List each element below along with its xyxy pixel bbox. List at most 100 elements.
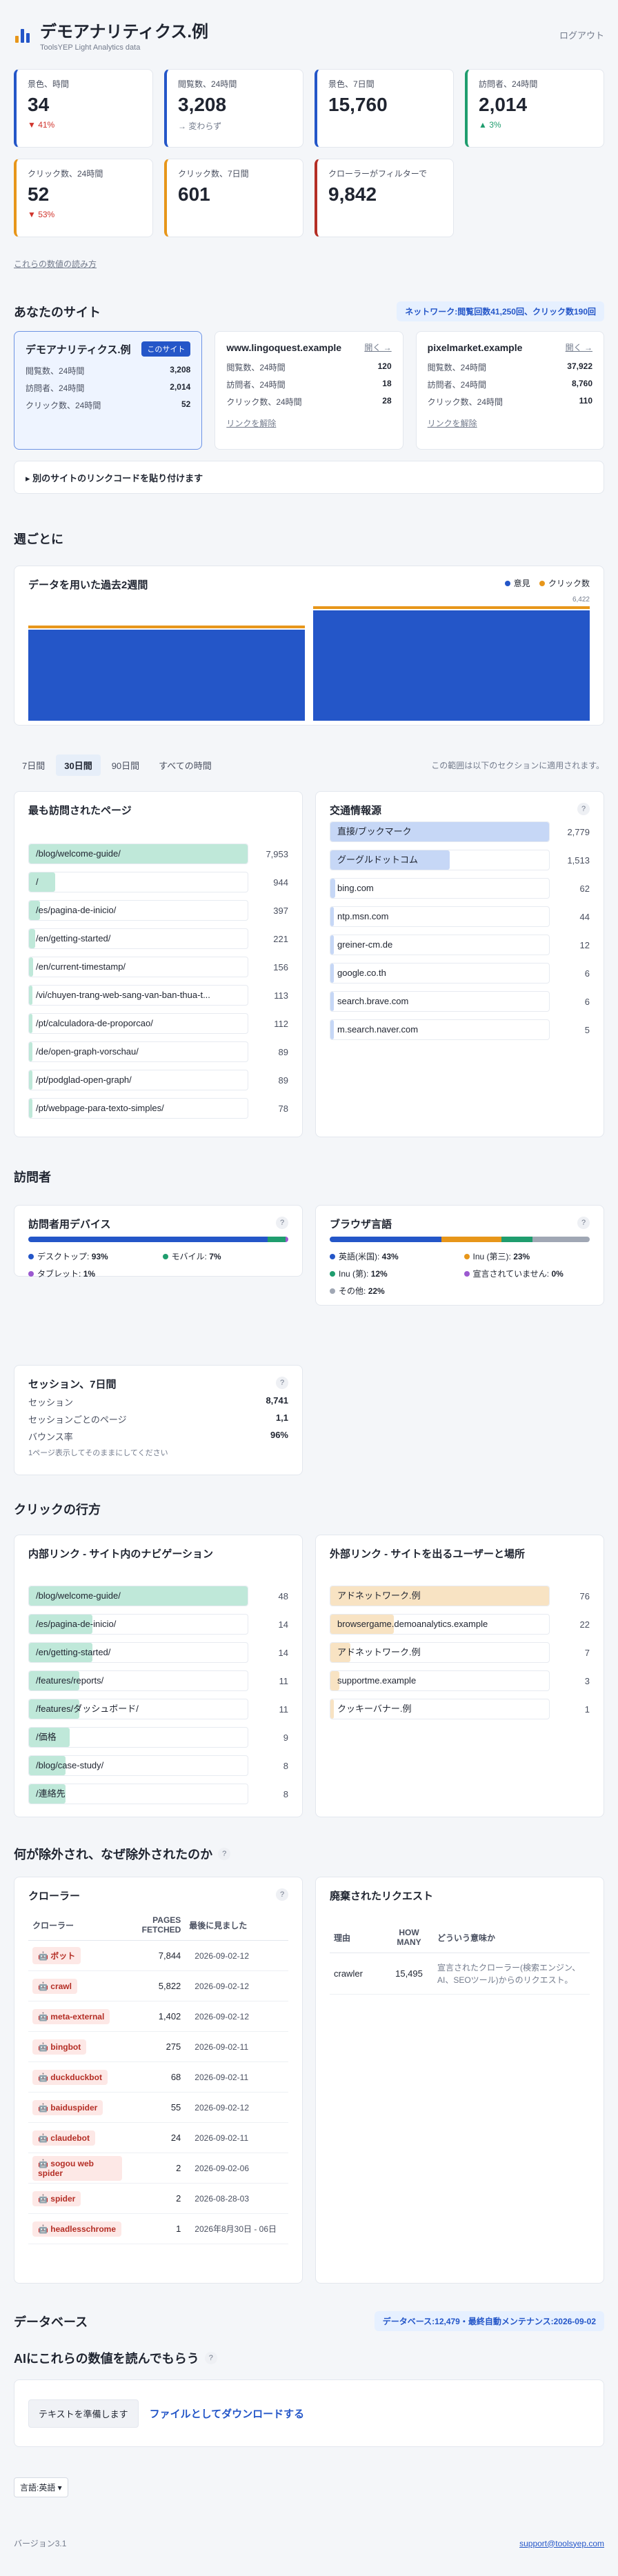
bar-row[interactable]: /en/getting-started/221: [28, 928, 288, 949]
bar-row[interactable]: /es/pagina-de-inicio/14: [28, 1614, 288, 1635]
database-heading: データベース: [14, 2315, 88, 2329]
bar-row[interactable]: /blog/case-study/8: [28, 1755, 288, 1776]
site-card[interactable]: www.lingoquest.example 開く → 閲覧数、24時間 120 訪問者…: [215, 331, 403, 450]
bar-row[interactable]: /de/open-graph-vorschau/89: [28, 1041, 288, 1062]
help-icon[interactable]: ?: [276, 1217, 288, 1229]
bar-label: /features/reports/: [36, 1675, 104, 1686]
language-select[interactable]: 言語:英語 ▾: [14, 2477, 68, 2497]
languages-stacked-bar: [330, 1237, 590, 1242]
bar-row[interactable]: search.brave.com 6: [330, 991, 590, 1012]
bar-row[interactable]: google.co.th 6: [330, 963, 590, 984]
bar-track: ntp.msn.com: [330, 906, 550, 927]
session-stat-row: セッションごとのページ 1,1: [28, 1412, 288, 1426]
weekly-max-label: 6,422: [572, 596, 590, 603]
site-name: www.lingoquest.example: [226, 341, 342, 353]
sessions-title: セッション、7日間: [28, 1379, 117, 1390]
bar-row[interactable]: /pt/calculadora-de-proporcao/112: [28, 1013, 288, 1034]
legend-views-label: 意見: [513, 579, 530, 588]
open-site-link[interactable]: 開く →: [566, 341, 592, 353]
logout-link[interactable]: ログアウト: [559, 28, 604, 41]
download-file-link[interactable]: ファイルとしてダウンロードする: [150, 2406, 305, 2421]
support-email-link[interactable]: support@toolsyep.com: [519, 2539, 604, 2548]
open-site-link[interactable]: 開く →: [364, 341, 391, 353]
bar-label: /pt/podglad-open-graph/: [36, 1075, 132, 1085]
site-card[interactable]: デモアナリティクス.例 このサイト 閲覧数、24時間 3,208 訪問者、24時間 2,0…: [14, 331, 203, 450]
paste-link-toggle[interactable]: ▸ 別のサイトのリンクコードを貼り付けます: [14, 461, 604, 494]
legend-item: 宣言されていません: 0%: [464, 1268, 590, 1279]
help-icon[interactable]: ?: [218, 1848, 231, 1860]
help-icon[interactable]: ?: [204, 2352, 217, 2364]
bar-track: /features/ダッシュボード/: [28, 1699, 248, 1719]
count-cell: 15,495: [385, 1953, 433, 1995]
bar-row[interactable]: グーグルドットコム 1,513: [330, 850, 590, 870]
range-tab[interactable]: 30日間: [56, 755, 101, 776]
bar-row[interactable]: ntp.msn.com 44: [330, 906, 590, 927]
unlink-site-link[interactable]: リンクを解除: [226, 417, 276, 429]
col-crawler: クローラー: [28, 1910, 134, 1941]
bar-row[interactable]: /en/current-timestamp/156: [28, 957, 288, 977]
site-stat-value: 37,922: [567, 361, 592, 371]
bar-row[interactable]: 直接/ブックマーク 2,779: [330, 821, 590, 842]
help-icon[interactable]: ?: [276, 1377, 288, 1389]
bar-row[interactable]: アドネットワーク.例 76: [330, 1586, 590, 1606]
bar-row[interactable]: /vi/chuyen-trang-web-sang-van-ban-thua-t…: [28, 985, 288, 1006]
bar-row[interactable]: browsergame.demoanalytics.example 22: [330, 1614, 590, 1635]
bar-value: 11: [279, 1675, 289, 1686]
pages-fetched-cell: 275: [134, 2031, 186, 2062]
bar-row[interactable]: / 944: [28, 872, 288, 892]
sites-header: あなたのサイト ネットワーク:閲覧回数41,250回、クリック数190回: [14, 301, 604, 321]
pages-fetched-cell: 5,822: [134, 1970, 186, 2001]
weekly-heading: 週ごとに: [14, 532, 63, 546]
col-pages-fetched-1: PAGES: [152, 1915, 181, 1925]
app-header: デモアナリティクス.例 ToolsYEP Light Analytics dat…: [14, 0, 604, 69]
bar-row[interactable]: bing.com 62: [330, 878, 590, 899]
site-card-header: デモアナリティクス.例 このサイト: [26, 341, 191, 357]
session-stat-row: セッション 8,741: [28, 1395, 288, 1408]
prepare-text-button[interactable]: テキストを準備します: [28, 2399, 139, 2428]
bar-track: 直接/ブックマーク: [330, 821, 550, 842]
bar-track: アドネットワーク.例: [330, 1586, 550, 1606]
bar-row[interactable]: /blog/welcome-guide/7,953: [28, 843, 288, 864]
discarded-title: 廃棄されたリクエスト: [330, 1890, 434, 1902]
col-meaning: どういう意味か: [433, 1922, 590, 1953]
bar-row[interactable]: /pt/podglad-open-graph/89: [28, 1070, 288, 1090]
range-tab[interactable]: 90日間: [103, 755, 148, 776]
site-stat-row: 訪問者、24時間 2,014: [26, 382, 190, 394]
site-card[interactable]: pixelmarket.example 開く → 閲覧数、24時間 37,922 訪問者…: [415, 331, 604, 450]
range-tab[interactable]: すべての時間: [150, 755, 220, 776]
range-bar: 7日間 30日間 90日間 すべての時間 この範囲は以下のセクションに適用されます。: [14, 755, 604, 776]
site-stat-row: クリック数、24時間 52: [26, 399, 190, 411]
bar-row[interactable]: /連絡先 8: [28, 1784, 288, 1804]
bar-row[interactable]: /en/getting-started/14: [28, 1642, 288, 1663]
range-tab[interactable]: 7日間: [14, 755, 53, 776]
bar-row[interactable]: /features/ダッシュボード/11: [28, 1699, 288, 1719]
bar-track: /blog/welcome-guide/: [28, 1586, 248, 1606]
bar-row[interactable]: greiner-cm.de 12: [330, 935, 590, 955]
logo-chart-icon: [14, 25, 33, 44]
bar-value: 8: [283, 1760, 288, 1771]
meaning-cell: 宣言されたクローラー(検索エンジン、AI、SEOツール)からのリクエスト。: [433, 1953, 590, 1995]
bar-row[interactable]: /価格 9: [28, 1727, 288, 1748]
bar-row[interactable]: アドネットワーク.例 7: [330, 1642, 590, 1663]
bar-row[interactable]: /features/reports/11: [28, 1670, 288, 1691]
bar-value: 3: [584, 1675, 590, 1686]
bar-track: /pt/webpage-para-texto-simples/: [28, 1098, 248, 1119]
internal-links-card: 内部リンク - サイト内のナビゲーション /blog/welcome-guide…: [14, 1535, 303, 1817]
bar-track: /en/getting-started/: [28, 928, 248, 949]
bar-value: 62: [579, 883, 590, 894]
site-card-header: pixelmarket.example 開く →: [428, 341, 592, 353]
site-stat-label: 閲覧数、24時間: [226, 363, 286, 372]
help-icon[interactable]: ?: [577, 1217, 590, 1229]
help-icon[interactable]: ?: [276, 1888, 288, 1901]
bar-row[interactable]: /es/pagina-de-inicio/397: [28, 900, 288, 921]
bar-row[interactable]: /blog/welcome-guide/48: [28, 1586, 288, 1606]
legend-label: デスクトップ: [37, 1252, 88, 1261]
bar-row[interactable]: m.search.naver.com 5: [330, 1019, 590, 1040]
languages-legend: 英語(米国): 43% Inu (第三): 23% Inu (第): 12% 宣言され…: [330, 1250, 590, 1297]
bar-row[interactable]: /pt/webpage-para-texto-simples/78: [28, 1098, 288, 1119]
help-icon[interactable]: ?: [577, 803, 590, 815]
bar-row[interactable]: supportme.example 3: [330, 1670, 590, 1691]
bar-row[interactable]: クッキーバナー.例 1: [330, 1699, 590, 1719]
how-to-read-link[interactable]: これらの数値の読み方: [14, 259, 97, 269]
unlink-site-link[interactable]: リンクを解除: [428, 417, 477, 429]
